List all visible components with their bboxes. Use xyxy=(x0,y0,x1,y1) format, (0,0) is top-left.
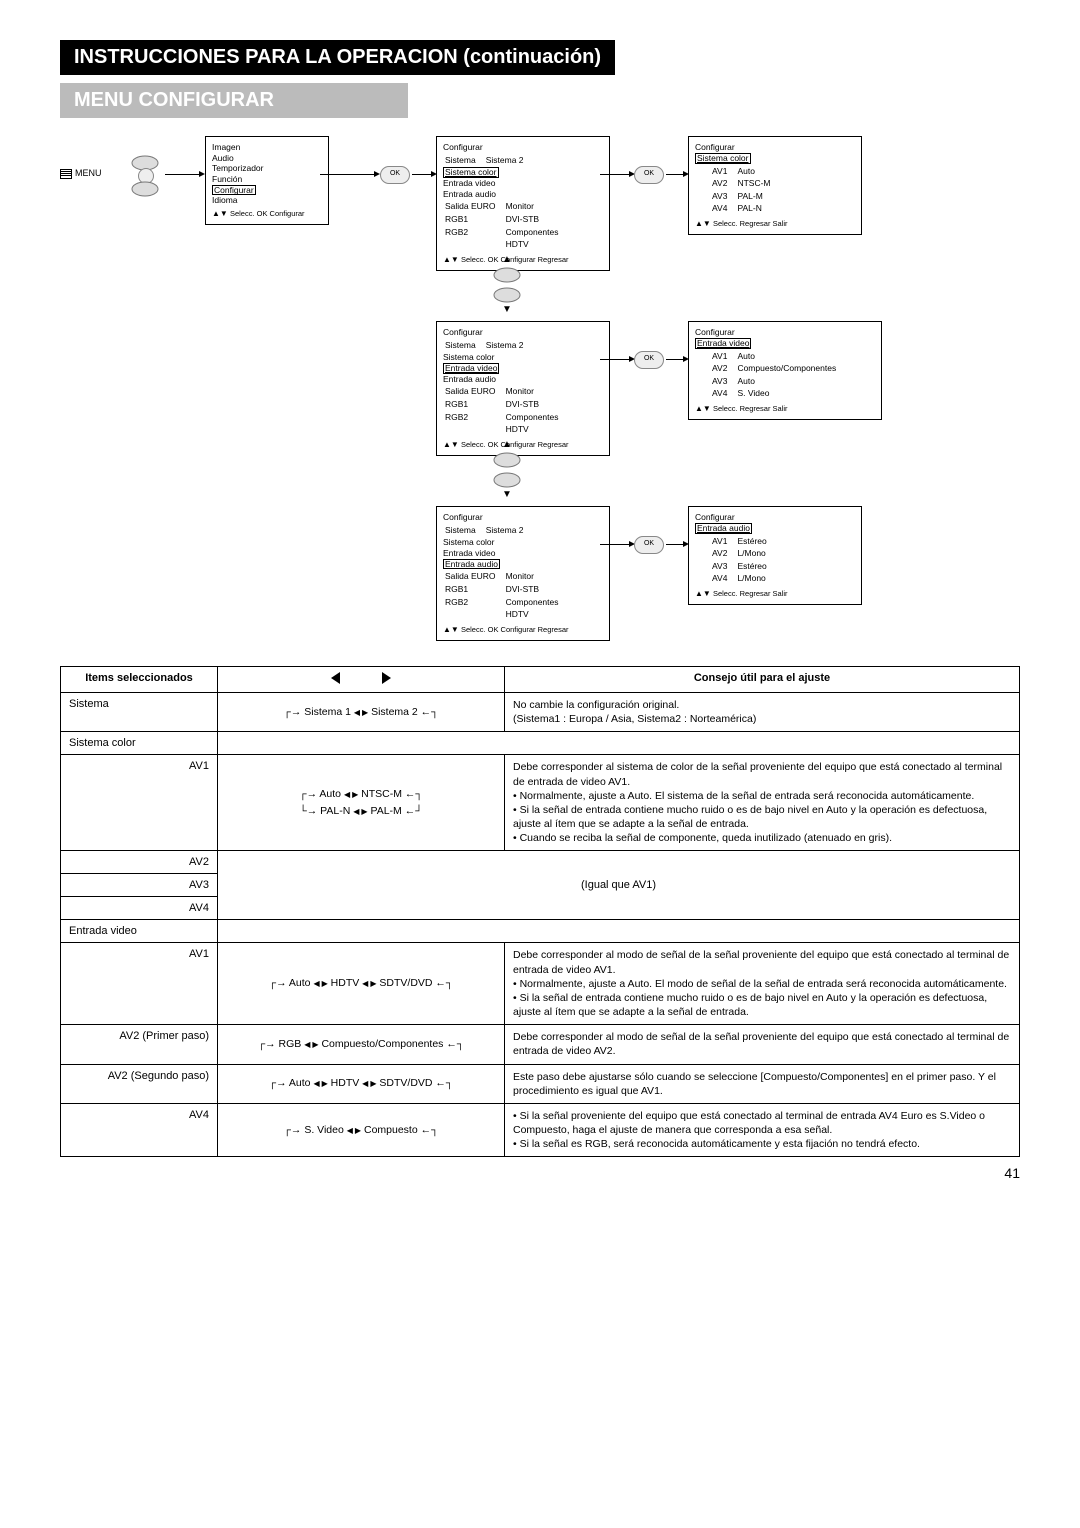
row-ev-av2p2-item: AV2 (Segundo paso) xyxy=(61,1064,218,1103)
arrow-5a xyxy=(600,544,630,545)
updown-arrow-2b: ▼ xyxy=(502,489,512,500)
menu-icon xyxy=(60,169,72,179)
page-number: 41 xyxy=(60,1165,1020,1181)
osd-main-menu: Imagen Audio Temporizador Función Config… xyxy=(205,136,329,225)
th-items: Items seleccionados xyxy=(61,667,218,693)
menu-button-label: MENU xyxy=(60,168,102,179)
row-av1-cycle: ┌→ Auto NTSC-M ←┐└→ PAL-N PAL-M ←┘ xyxy=(218,755,505,851)
row-av3-item: AV3 xyxy=(61,874,218,897)
arrow-4b xyxy=(666,359,684,360)
osd-configurar-video: Configurar SistemaSistema 2 Sistema colo… xyxy=(436,321,610,456)
row-sistema-cycle: ┌→ Sistema 1 Sistema 2 ←┐ xyxy=(218,693,505,732)
ok-button-4: OK xyxy=(634,536,664,554)
row-ev-av2p1-cycle: ┌→ RGB Compuesto/Componentes ←┐ xyxy=(218,1025,505,1064)
updown-arrow-1b: ▼ xyxy=(502,304,512,315)
row-av4-item: AV4 xyxy=(61,897,218,920)
row-sistema-item: Sistema xyxy=(61,693,218,732)
row-sistemacolor-span xyxy=(218,732,1020,755)
arrow-3a xyxy=(600,174,630,175)
osd-configurar-color: Configurar SistemaSistema 2 Sistema colo… xyxy=(436,136,610,271)
row-ev-av1-advice: Debe corresponder al modo de señal de la… xyxy=(505,943,1020,1025)
row-ev-av2p1-advice: Debe corresponder al modo de señal de la… xyxy=(505,1025,1020,1064)
row-entradavideo-item: Entrada video xyxy=(61,920,218,943)
row-entradavideo-span xyxy=(218,920,1020,943)
row-av1-item: AV1 xyxy=(61,755,218,851)
osd-sub-entrada-video: Configurar Entrada video AV1Auto AV2Comp… xyxy=(688,321,882,420)
arrow-5b xyxy=(666,544,684,545)
menu-flow-diagram: MENU Imagen Audio Temporizador Función C… xyxy=(60,136,1020,656)
arrow-2 xyxy=(320,174,375,175)
row-ev-av2p1-item: AV2 (Primer paso) xyxy=(61,1025,218,1064)
arrow-2b xyxy=(412,174,432,175)
ok-button-3: OK xyxy=(634,351,664,369)
th-arrows xyxy=(218,667,505,693)
nav-ellipse-2b xyxy=(492,471,522,489)
nav-ellipse-2a xyxy=(492,451,522,469)
osd-sub-entrada-audio: Configurar Entrada audio AV1Estéreo AV2L… xyxy=(688,506,862,605)
row-ev-av1-item: AV1 xyxy=(61,943,218,1025)
ok-button-2: OK xyxy=(634,166,664,184)
updown-arrow-1: ▲ xyxy=(502,254,512,265)
updown-arrow-2: ▲ xyxy=(502,439,512,450)
row-ev-av4-advice: • Si la señal proveniente del equipo que… xyxy=(505,1103,1020,1157)
settings-table: Items seleccionados Consejo útil para el… xyxy=(60,666,1020,1157)
row-ev-av4-cycle: ┌→ S. Video Compuesto ←┐ xyxy=(218,1103,505,1157)
section-title-bar: MENU CONFIGURAR xyxy=(60,83,408,118)
arrow-3b xyxy=(666,174,684,175)
row-av1-advice: Debe corresponder al sistema de color de… xyxy=(505,755,1020,851)
row-ev-av2p2-cycle: ┌→ Auto HDTV SDTV/DVD ←┐ xyxy=(218,1064,505,1103)
page-title-bar: INSTRUCCIONES PARA LA OPERACION (continu… xyxy=(60,40,615,75)
arrow-4a xyxy=(600,359,630,360)
row-ev-av2p2-advice: Este paso debe ajustarse sólo cuando se … xyxy=(505,1064,1020,1103)
ok-button-1: OK xyxy=(380,166,410,184)
row-ev-av1-cycle: ┌→ Auto HDTV SDTV/DVD ←┐ xyxy=(218,943,505,1025)
row-ev-av4-item: AV4 xyxy=(61,1103,218,1157)
row-sistema-advice: No cambie la configuración original.(Sis… xyxy=(505,693,1020,732)
osd-configurar-audio: Configurar SistemaSistema 2 Sistema colo… xyxy=(436,506,610,641)
nav-ellipse-1a xyxy=(492,266,522,284)
row-av234-same: (Igual que AV1) xyxy=(218,851,1020,920)
arrow-1 xyxy=(165,174,200,175)
row-sistemacolor-item: Sistema color xyxy=(61,732,218,755)
osd-sub-sistema-color: Configurar Sistema color AV1Auto AV2NTSC… xyxy=(688,136,862,235)
row-av2-item: AV2 xyxy=(61,851,218,874)
th-advice: Consejo útil para el ajuste xyxy=(505,667,1020,693)
nav-ellipse-1b xyxy=(492,286,522,304)
nav-down-icon xyxy=(130,180,160,198)
